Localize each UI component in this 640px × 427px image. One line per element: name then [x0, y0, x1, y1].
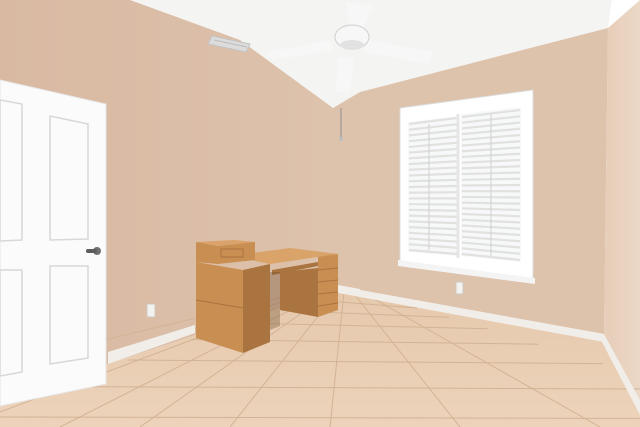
shutter-slat [408, 214, 458, 219]
shutter-slat [408, 178, 458, 183]
shutter-slat [408, 208, 458, 212]
room-photo [0, 0, 640, 427]
bedroom-door [0, 79, 107, 407]
wall-outlet-back [455, 281, 464, 295]
shutter-slat [408, 184, 458, 189]
shutter-slat [408, 191, 458, 194]
wall-outlet-left [146, 303, 156, 318]
shuttered-window [398, 89, 535, 284]
